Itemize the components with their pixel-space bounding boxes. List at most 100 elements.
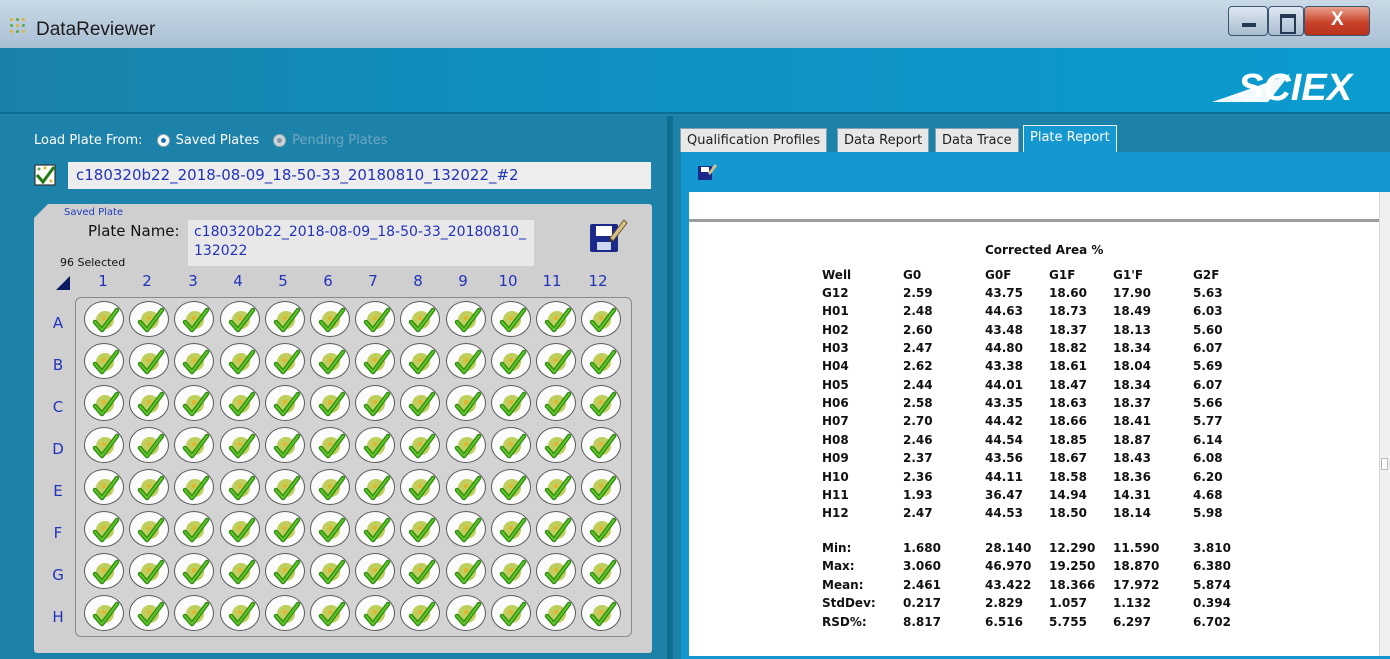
well-H2[interactable] — [129, 595, 170, 631]
row-header[interactable]: F — [48, 524, 68, 542]
column-header[interactable]: 9 — [448, 272, 478, 290]
well-D8[interactable] — [400, 427, 441, 463]
column-header[interactable]: 4 — [223, 272, 253, 290]
well-F10[interactable] — [490, 511, 531, 547]
well-C8[interactable] — [400, 385, 441, 421]
well-H12[interactable] — [581, 595, 622, 631]
well-E8[interactable] — [400, 469, 441, 505]
well-B1[interactable] — [84, 343, 124, 379]
well-D3[interactable] — [174, 427, 215, 463]
well-A1[interactable] — [84, 301, 124, 337]
well-A5[interactable] — [264, 301, 305, 337]
column-header[interactable]: 10 — [493, 272, 523, 290]
well-B4[interactable] — [219, 343, 260, 379]
well-F9[interactable] — [445, 511, 486, 547]
well-D1[interactable] — [84, 427, 124, 463]
select-all-corner[interactable] — [56, 276, 70, 290]
maximize-button[interactable] — [1268, 6, 1304, 36]
column-header[interactable]: 8 — [403, 272, 433, 290]
column-header[interactable]: 12 — [583, 272, 613, 290]
well-F11[interactable] — [536, 511, 576, 547]
plate-file-field[interactable]: c180320b22_2018-08-09_18-50-33_20180810_… — [68, 162, 651, 189]
well-G1[interactable] — [84, 553, 124, 589]
well-G6[interactable] — [310, 553, 350, 589]
column-header[interactable]: 7 — [358, 272, 388, 290]
well-C1[interactable] — [84, 385, 124, 421]
well-D4[interactable] — [219, 427, 260, 463]
row-header[interactable]: C — [48, 398, 68, 416]
well-C2[interactable] — [129, 385, 170, 421]
well-H1[interactable] — [84, 595, 124, 631]
well-A12[interactable] — [581, 301, 622, 337]
well-E12[interactable] — [581, 469, 622, 505]
well-H5[interactable] — [264, 595, 305, 631]
well-D2[interactable] — [129, 427, 170, 463]
row-header[interactable]: E — [48, 482, 68, 500]
row-header[interactable]: A — [48, 314, 68, 332]
well-F4[interactable] — [219, 511, 260, 547]
well-E11[interactable] — [536, 469, 576, 505]
pending-plates-radio[interactable] — [273, 134, 287, 147]
well-B10[interactable] — [490, 343, 531, 379]
well-A3[interactable] — [174, 301, 215, 337]
row-header[interactable]: H — [48, 608, 68, 626]
well-G11[interactable] — [536, 553, 576, 589]
well-C4[interactable] — [219, 385, 260, 421]
well-H10[interactable] — [490, 595, 531, 631]
well-A11[interactable] — [536, 301, 576, 337]
well-E1[interactable] — [84, 469, 124, 505]
well-B5[interactable] — [264, 343, 305, 379]
well-F5[interactable] — [264, 511, 305, 547]
well-G4[interactable] — [219, 553, 260, 589]
column-header[interactable]: 5 — [268, 272, 298, 290]
well-B6[interactable] — [310, 343, 350, 379]
well-H6[interactable] — [310, 595, 350, 631]
column-header[interactable]: 2 — [132, 272, 162, 290]
well-C12[interactable] — [581, 385, 622, 421]
row-header[interactable]: B — [48, 356, 68, 374]
well-B9[interactable] — [445, 343, 486, 379]
well-A4[interactable] — [219, 301, 260, 337]
minimize-button[interactable] — [1228, 6, 1268, 36]
well-A8[interactable] — [400, 301, 441, 337]
column-header[interactable]: 3 — [178, 272, 208, 290]
well-G9[interactable] — [445, 553, 486, 589]
tab-qualification-profiles[interactable]: Qualification Profiles — [680, 128, 828, 152]
well-F6[interactable] — [310, 511, 350, 547]
row-header[interactable]: G — [48, 566, 68, 584]
well-H3[interactable] — [174, 595, 215, 631]
tab-data-report[interactable]: Data Report — [837, 128, 930, 152]
well-H11[interactable] — [536, 595, 576, 631]
well-C7[interactable] — [355, 385, 396, 421]
well-E9[interactable] — [445, 469, 486, 505]
well-D7[interactable] — [355, 427, 396, 463]
well-B8[interactable] — [400, 343, 441, 379]
well-C6[interactable] — [310, 385, 350, 421]
well-G12[interactable] — [581, 553, 622, 589]
well-D6[interactable] — [310, 427, 350, 463]
well-B3[interactable] — [174, 343, 215, 379]
report-save-icon[interactable] — [697, 162, 717, 182]
well-F1[interactable] — [84, 511, 124, 547]
well-D11[interactable] — [536, 427, 576, 463]
well-E7[interactable] — [355, 469, 396, 505]
well-G10[interactable] — [490, 553, 531, 589]
well-E4[interactable] — [219, 469, 260, 505]
close-button[interactable]: X — [1304, 6, 1370, 36]
saved-plates-label[interactable]: Saved Plates — [176, 133, 260, 148]
well-H4[interactable] — [219, 595, 260, 631]
well-D12[interactable] — [581, 427, 622, 463]
pending-plates-label[interactable]: Pending Plates — [292, 133, 387, 148]
plate-check-icon[interactable] — [34, 164, 56, 186]
well-A9[interactable] — [445, 301, 486, 337]
well-F8[interactable] — [400, 511, 441, 547]
well-A10[interactable] — [490, 301, 531, 337]
well-C10[interactable] — [490, 385, 531, 421]
well-H7[interactable] — [355, 595, 396, 631]
well-E6[interactable] — [310, 469, 350, 505]
row-header[interactable]: D — [48, 440, 68, 458]
well-G2[interactable] — [129, 553, 170, 589]
well-A7[interactable] — [355, 301, 396, 337]
well-E2[interactable] — [129, 469, 170, 505]
well-G8[interactable] — [400, 553, 441, 589]
